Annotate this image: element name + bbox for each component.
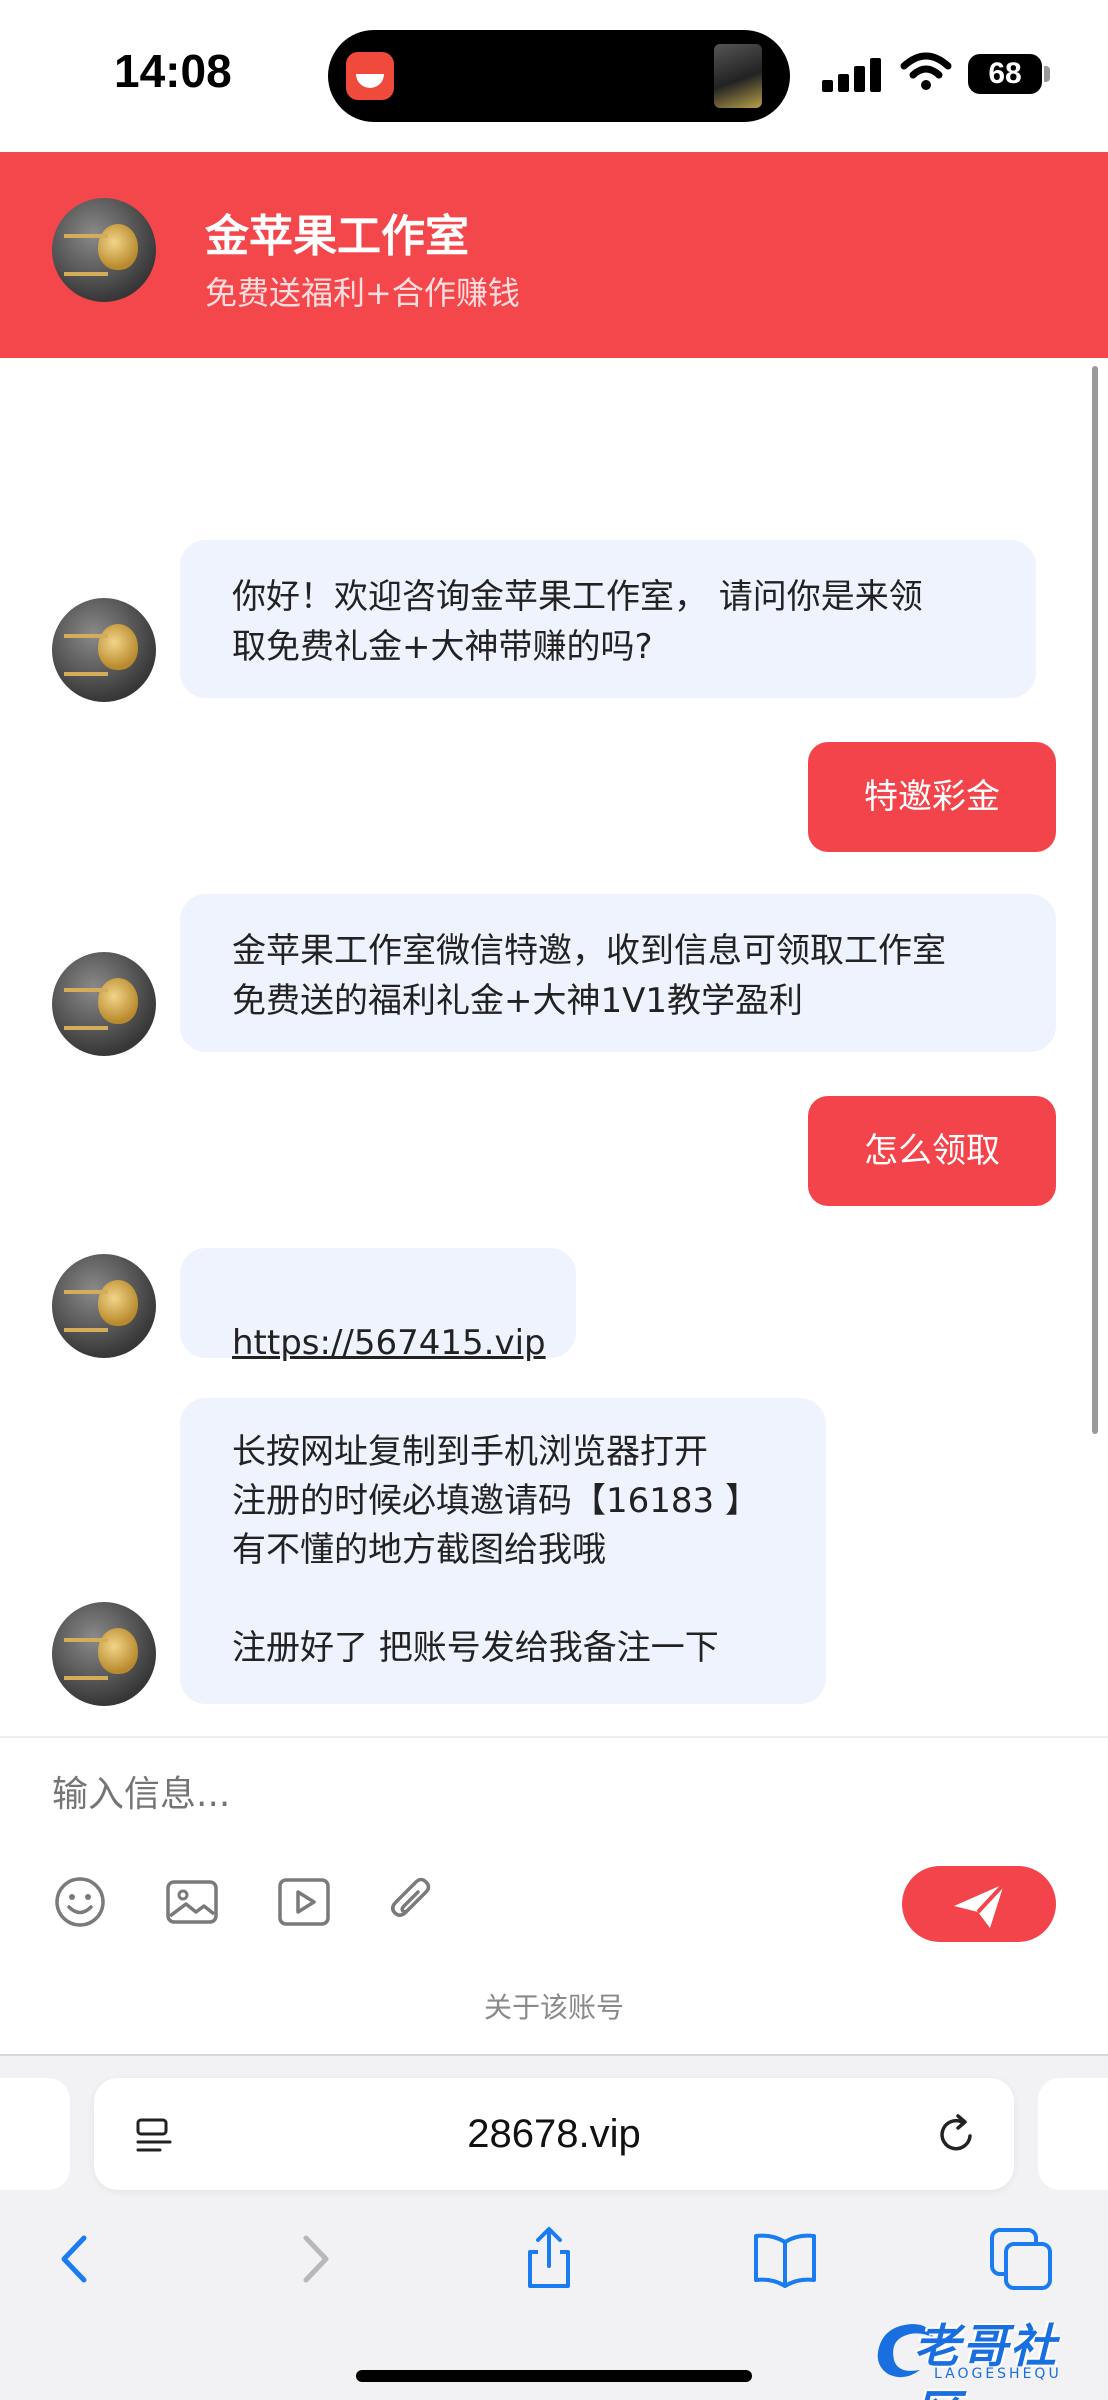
cellular-signal-icon [822, 58, 884, 92]
message-bubble-incoming: https://567415.vip [180, 1248, 576, 1363]
about-account-link[interactable]: 关于该账号 [0, 1986, 1108, 2026]
previous-tab-peek[interactable] [0, 2078, 70, 2190]
home-indicator[interactable] [356, 2370, 752, 2382]
chat-subtitle: 免费送福利+合作赚钱 [205, 274, 520, 312]
message-bubble-incoming: 金苹果工作室微信特邀，收到信息可领取工作室 免费送的福利礼金+大神1V1教学盈利 [180, 894, 1056, 1052]
battery-tip [1044, 66, 1050, 82]
reload-icon[interactable] [934, 2112, 978, 2156]
agent-avatar[interactable] [52, 1254, 156, 1358]
message-input[interactable] [52, 1774, 872, 1815]
image-icon[interactable] [164, 1874, 220, 1930]
message-bubble-incoming: 长按网址复制到手机浏览器打开 注册的时候必填邀请码【16183 】 有不懂的地方… [180, 1398, 826, 1704]
chat-title: 金苹果工作室 [205, 211, 469, 262]
dynamic-island[interactable] [328, 30, 790, 122]
forward-icon[interactable] [280, 2224, 350, 2294]
send-button[interactable] [902, 1866, 1056, 1942]
address-bar[interactable]: 28678.vip [94, 2078, 1014, 2190]
share-icon[interactable] [514, 2224, 584, 2294]
url-text[interactable]: 28678.vip [94, 2078, 1014, 2190]
message-list[interactable]: 你好！欢迎咨询金苹果工作室， 请问你是来领 取免费礼金+大神带赚的吗? 特邀彩金… [0, 358, 1108, 1736]
live-activity-app-icon [346, 52, 394, 100]
watermark-text: 老哥社区 [914, 2319, 1058, 2400]
wifi-icon [900, 52, 952, 90]
agent-avatar[interactable] [52, 952, 156, 1056]
message-bubble-incoming: 你好！欢迎咨询金苹果工作室， 请问你是来领 取免费礼金+大神带赚的吗? [180, 540, 1036, 698]
attachment-icon[interactable] [384, 1874, 440, 1930]
message-composer: 关于该账号 [0, 1736, 1108, 2054]
tabs-icon[interactable] [986, 2224, 1056, 2294]
chat-header: 金苹果工作室 免费送福利+合作赚钱 [0, 152, 1108, 358]
send-icon [954, 1882, 1006, 1928]
chat-scrollbar[interactable] [1092, 366, 1098, 1434]
browser-toolbar: 28678.vip 老哥社区 LAOGESHEQU [0, 2054, 1108, 2400]
now-playing-artwork [714, 44, 762, 108]
message-bubble-outgoing: 特邀彩金 [808, 742, 1056, 852]
bookmarks-icon[interactable] [750, 2224, 820, 2294]
watermark-subtext: LAOGESHEQU [934, 2366, 1062, 2382]
watermark-logo: 老哥社区 LAOGESHEQU [868, 2306, 1098, 2400]
status-time: 14:08 [114, 45, 232, 97]
status-bar: 14:08 68 [0, 0, 1108, 152]
message-bubble-outgoing: 怎么领取 [808, 1096, 1056, 1206]
next-tab-peek[interactable] [1038, 2078, 1108, 2190]
emoji-icon[interactable] [52, 1874, 108, 1930]
shared-link[interactable]: https://567415.vip [232, 1323, 546, 1363]
back-icon[interactable] [40, 2224, 110, 2294]
header-avatar[interactable] [52, 198, 156, 302]
agent-avatar[interactable] [52, 1602, 156, 1706]
video-icon[interactable] [276, 1874, 332, 1930]
battery-indicator: 68 [968, 54, 1042, 94]
agent-avatar[interactable] [52, 598, 156, 702]
